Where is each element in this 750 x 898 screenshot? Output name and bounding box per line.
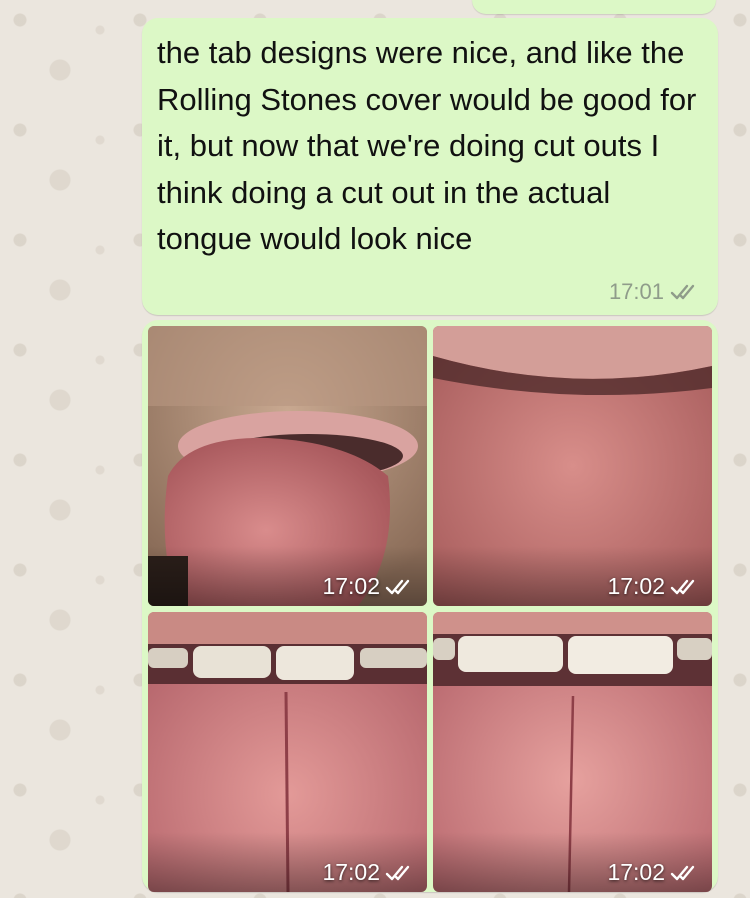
photo-thumbnail-1[interactable]: 17:02: [148, 326, 427, 606]
previous-message-bubble[interactable]: [472, 0, 716, 14]
photo-meta: 17:02: [322, 859, 415, 886]
outgoing-photo-album[interactable]: 17:02 17:02 17:02 17:02: [142, 320, 718, 892]
photo-thumbnail-3[interactable]: 17:02: [148, 612, 427, 892]
double-check-icon: [670, 284, 695, 300]
message-text: the tab designs were nice, and like the …: [157, 35, 697, 256]
photo-meta: 17:02: [607, 859, 700, 886]
photo-time: 17:02: [322, 573, 380, 599]
photo-time: 17:02: [322, 859, 380, 885]
photo-thumbnail-4[interactable]: 17:02: [433, 612, 712, 892]
photo-meta: 17:02: [607, 573, 700, 600]
photo-time: 17:02: [607, 573, 665, 599]
message-time: 17:01: [608, 279, 664, 304]
double-check-icon: [385, 579, 410, 594]
double-check-icon: [670, 865, 695, 880]
message-meta: 17:01: [609, 279, 700, 305]
double-check-icon: [670, 579, 695, 594]
outgoing-text-message[interactable]: the tab designs were nice, and like the …: [142, 18, 718, 315]
double-check-icon: [385, 865, 410, 880]
photo-thumbnail-2[interactable]: 17:02: [433, 326, 712, 606]
photo-meta: 17:02: [322, 573, 415, 600]
photo-time: 17:02: [607, 859, 665, 885]
